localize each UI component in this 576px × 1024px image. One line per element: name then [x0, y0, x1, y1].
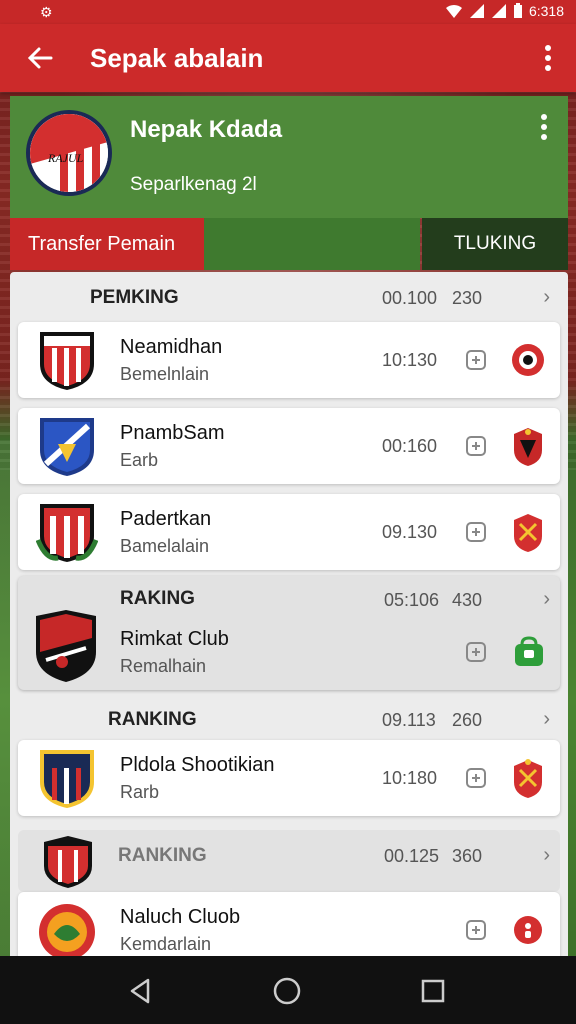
team-crest-icon [39, 904, 95, 960]
section-time: 09.113 [382, 710, 436, 730]
team-row-time: 00:160 [382, 436, 438, 456]
club-badge-icon [512, 344, 544, 376]
team-row-sub: Earb [120, 450, 159, 470]
list-item[interactable]: Neamidhan Bemelnlain 10:130 [18, 322, 560, 398]
section-time: 00.100 [382, 288, 438, 308]
transfer-icon[interactable] [464, 766, 488, 790]
team-row-name: Pldola Shootikian [120, 754, 275, 776]
team-header: RAJUL Nepak Kdada Separlkenag 2l [10, 96, 568, 218]
team-row-sub: Rarb [120, 782, 160, 802]
app-title: Sepak abalain [90, 43, 264, 73]
section-label: RANKING [108, 709, 197, 730]
status-bar: ⚙ 6:318 [0, 0, 576, 24]
more-vertical-icon[interactable] [540, 40, 556, 76]
team-row-time: 10:130 [382, 350, 438, 370]
section-time: 00.125 [384, 846, 440, 866]
transfer-icon[interactable] [464, 640, 488, 664]
ranking-group[interactable]: RAKING 05:106 430 › Rimkat Club Remalhai… [18, 576, 560, 690]
transfer-icon[interactable] [464, 520, 488, 544]
section-header[interactable]: RANKING 09.113 260 › [10, 694, 568, 744]
team-crest-icon [40, 332, 94, 390]
team-more-icon[interactable] [540, 114, 548, 147]
group-team-name: Rimkat Club [120, 628, 229, 650]
section-label: PEMKING [90, 287, 179, 308]
list-item[interactable]: Padertkan Bamelalain 09.130 [18, 494, 560, 570]
gear-icon: ⚙ [40, 4, 53, 20]
team-logo-text: RAJUL [47, 151, 84, 165]
section-header[interactable]: PEMKING 00.100 230 › [10, 272, 568, 322]
team-row-sub: Bamelalain [120, 536, 210, 556]
team-row-sub: Bemelnlain [120, 364, 210, 384]
square-recents-icon[interactable] [416, 974, 450, 1008]
group-team-sub: Remalhain [120, 656, 207, 676]
shop-badge-icon[interactable] [512, 636, 546, 668]
signal-icon [469, 4, 484, 18]
navigation-bar [0, 956, 576, 1024]
team-row-name: Padertkan [120, 508, 212, 530]
section-label: RANKING [118, 845, 207, 866]
status-icons: 6:318 [445, 3, 564, 19]
tab-ranking[interactable]: TLUKING [422, 218, 568, 270]
club-badge-icon [514, 514, 542, 552]
team-name: Nepak Kdada [130, 116, 283, 143]
team-crest-icon [36, 504, 98, 562]
wifi-icon [445, 4, 462, 18]
team-row-name: Neamidhan [120, 336, 223, 358]
list-item[interactable]: Pldola Shootikian Rarb 10:180 [18, 740, 560, 816]
group-time: 05:106 [384, 590, 440, 610]
team-row-name: PnambSam [120, 422, 225, 444]
section-score: 360 [452, 846, 483, 866]
section-header[interactable]: RANKING 00.125 360 › [18, 830, 560, 892]
chevron-right-icon: › [543, 708, 550, 730]
list-item[interactable]: Naluch Cluob Kemdarlain [18, 892, 560, 962]
alert-badge-icon[interactable] [508, 910, 548, 950]
team-crest-icon [36, 610, 96, 682]
team-crest-icon [40, 750, 94, 808]
tab-transfer[interactable]: Transfer Pemain [10, 218, 204, 270]
ranking-panel: PEMKING 00.100 230 › Neamidhan Bemelnlai… [10, 272, 568, 962]
group-label: RAKING [120, 588, 195, 609]
tab-spacer [204, 218, 420, 270]
tab-bar: Transfer Pemain TLUKING [10, 218, 568, 270]
team-row-sub: Kemdarlain [120, 934, 212, 954]
club-badge-icon [514, 759, 542, 798]
signal-icon-2 [491, 4, 506, 18]
list-item[interactable]: PnambSam Earb 00:160 [18, 408, 560, 484]
status-time: 6:318 [528, 3, 564, 19]
app-bar: Sepak abalain [0, 24, 576, 92]
club-badge-icon [514, 428, 542, 466]
team-row-name: Naluch Cluob [120, 906, 241, 928]
transfer-icon[interactable] [464, 348, 488, 372]
circle-home-icon[interactable] [270, 974, 304, 1008]
section-score: 260 [452, 710, 483, 730]
team-row-time: 09.130 [382, 522, 438, 542]
triangle-back-icon[interactable] [124, 974, 158, 1008]
team-logo: RAJUL [26, 110, 112, 196]
battery-icon [513, 3, 522, 18]
section-score: 230 [452, 288, 483, 308]
chevron-right-icon: › [543, 286, 550, 308]
arrow-left-icon[interactable] [22, 40, 58, 76]
team-crest-icon [44, 836, 92, 888]
team-subtitle: Separlkenag 2l [130, 174, 257, 195]
team-crest-icon [40, 418, 94, 476]
group-score: 430 [452, 590, 483, 610]
chevron-right-icon: › [543, 844, 550, 866]
chevron-right-icon: › [543, 588, 550, 610]
transfer-icon[interactable] [464, 918, 488, 942]
transfer-icon[interactable] [464, 434, 488, 458]
team-row-time: 10:180 [382, 768, 438, 788]
